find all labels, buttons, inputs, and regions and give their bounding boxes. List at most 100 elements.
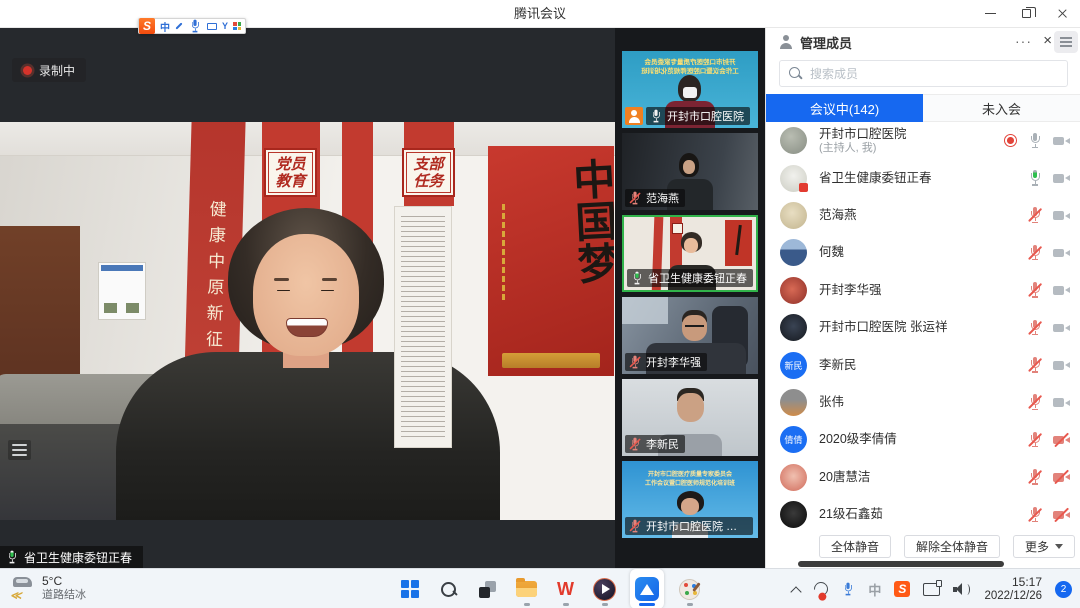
file-explorer-button[interactable] bbox=[513, 569, 540, 608]
wps-office-button[interactable]: W bbox=[552, 569, 579, 608]
mic-icon[interactable] bbox=[1028, 245, 1042, 261]
thumbnail-lihuaqiang[interactable]: 开封李华强 bbox=[622, 297, 758, 374]
party-education-sign: 党员教育 bbox=[264, 148, 317, 197]
restore-button[interactable] bbox=[1008, 0, 1044, 27]
panel-close-icon[interactable]: × bbox=[1043, 28, 1052, 56]
close-button[interactable] bbox=[1044, 0, 1080, 27]
main-video-area[interactable]: 健康中原新征程 党员教育 支部任务 中国梦 录制中 省卫生健康委钮正春 bbox=[0, 28, 615, 568]
panel-footer: 全体静音 解除全体静音 更多 bbox=[766, 535, 1080, 558]
weather-widget[interactable]: ≪ 5°C 道路结冰 bbox=[10, 574, 86, 602]
member-row[interactable]: 范海燕 bbox=[766, 197, 1080, 234]
voice-input-icon[interactable] bbox=[189, 20, 200, 33]
camera-icon[interactable] bbox=[1053, 358, 1070, 372]
member-row[interactable]: 20唐慧洁 bbox=[766, 459, 1080, 496]
thumbnail-health-commission[interactable]: 省卫生健康委钮正春 bbox=[622, 215, 758, 292]
member-row[interactable]: 新民 李新民 bbox=[766, 346, 1080, 383]
member-name: 2020级李倩倩 bbox=[819, 432, 1016, 447]
tab-not-joined[interactable]: 未入会 bbox=[923, 94, 1080, 122]
media-player-button[interactable] bbox=[591, 569, 618, 608]
mute-all-button[interactable]: 全体静音 bbox=[819, 535, 891, 558]
mic-muted-icon bbox=[629, 356, 640, 369]
camera-icon[interactable] bbox=[1053, 508, 1070, 522]
camera-icon[interactable] bbox=[1053, 208, 1070, 222]
member-search-box[interactable] bbox=[779, 60, 1068, 87]
display-cast-icon[interactable] bbox=[923, 583, 940, 596]
camera-icon[interactable] bbox=[1053, 321, 1070, 335]
sogou-tray-icon[interactable]: S bbox=[894, 581, 910, 597]
mic-icon[interactable] bbox=[1028, 133, 1042, 149]
mic-icon[interactable] bbox=[1028, 507, 1042, 523]
notification-badge[interactable]: 2 bbox=[1055, 581, 1072, 598]
mic-icon[interactable] bbox=[1028, 394, 1042, 410]
recording-dot-icon bbox=[23, 66, 32, 75]
ime-toolbar[interactable]: S 中 Y bbox=[138, 18, 246, 34]
start-button[interactable] bbox=[396, 569, 423, 608]
mic-icon[interactable] bbox=[1028, 357, 1042, 373]
panel-title: 管理成员 bbox=[800, 33, 852, 52]
mic-muted-icon bbox=[629, 438, 640, 451]
active-speaker-label: 省卫生健康委钮正春 bbox=[0, 546, 143, 568]
member-list[interactable]: 开封市口腔医院 (主持人, 我) 省卫生健康委钮正春 范海燕 bbox=[766, 122, 1080, 534]
skin-icon[interactable]: Y bbox=[222, 21, 228, 31]
keyboard-icon[interactable] bbox=[207, 23, 217, 30]
tencent-meeting-button[interactable] bbox=[630, 569, 664, 608]
mic-icon[interactable] bbox=[1028, 207, 1042, 223]
tray-expand-icon[interactable] bbox=[790, 584, 801, 595]
folder-icon bbox=[516, 581, 537, 597]
member-name: 省卫生健康委钮正春 bbox=[819, 171, 1016, 186]
member-row[interactable]: 21级石鑫茹 bbox=[766, 496, 1080, 533]
member-row[interactable]: 张伟 bbox=[766, 384, 1080, 421]
mic-icon[interactable] bbox=[1028, 282, 1042, 298]
sogou-logo-icon[interactable]: S bbox=[139, 18, 155, 34]
clock[interactable]: 15:17 2022/12/26 bbox=[984, 575, 1042, 603]
camera-icon[interactable] bbox=[1053, 171, 1070, 185]
input-mode-icon[interactable]: 中 bbox=[160, 19, 170, 34]
avatar bbox=[780, 464, 807, 491]
tab-in-meeting[interactable]: 会议中(142) bbox=[766, 94, 923, 122]
horizontal-scrollbar[interactable] bbox=[798, 561, 1004, 567]
more-options-icon[interactable]: ··· bbox=[1015, 28, 1032, 56]
member-row[interactable]: 倩倩 2020级李倩倩 bbox=[766, 421, 1080, 458]
mic-icon[interactable] bbox=[1028, 170, 1042, 186]
camera-icon[interactable] bbox=[1053, 246, 1070, 260]
minimize-icon bbox=[985, 13, 996, 14]
avatar-badge bbox=[799, 183, 808, 192]
input-language-icon[interactable]: 中 bbox=[868, 580, 881, 599]
camera-icon[interactable] bbox=[1053, 395, 1070, 409]
thumbnail-lixinmin[interactable]: 李新民 bbox=[622, 379, 758, 456]
mic-icon[interactable] bbox=[1028, 320, 1042, 336]
paint-button[interactable] bbox=[676, 569, 703, 608]
tray-mic-icon[interactable] bbox=[843, 583, 854, 596]
panel-menu-button[interactable] bbox=[1054, 31, 1078, 53]
unmute-all-button[interactable]: 解除全体静音 bbox=[904, 535, 1000, 558]
member-row[interactable]: 开封李华强 bbox=[766, 272, 1080, 309]
thumbnail-zhangyunxiang[interactable]: 开封市口腔医疗质量专家委员会工作会议暨口腔医师规范化培训班 开封市口腔医院 张运… bbox=[622, 461, 758, 538]
taskbar-search-button[interactable] bbox=[435, 569, 462, 608]
handwriting-icon[interactable] bbox=[175, 22, 182, 29]
china-dream-banner: 中国梦 bbox=[488, 146, 614, 376]
system-tray: 中 S 15:17 2022/12/26 2 bbox=[790, 569, 1072, 608]
camera-icon[interactable] bbox=[1053, 283, 1070, 297]
member-name: 何魏 bbox=[819, 245, 1016, 260]
camera-icon[interactable] bbox=[1053, 134, 1070, 148]
member-row[interactable]: 何魏 bbox=[766, 234, 1080, 271]
minimize-button[interactable] bbox=[972, 0, 1008, 27]
member-row[interactable]: 开封市口腔医院 张运祥 bbox=[766, 309, 1080, 346]
thumbnail-fanhaiyan[interactable]: 范海燕 bbox=[622, 133, 758, 210]
camera-icon[interactable] bbox=[1053, 470, 1070, 484]
search-input[interactable] bbox=[810, 67, 1030, 81]
volume-icon[interactable] bbox=[953, 582, 971, 596]
thumbnail-kaifeng-stomatology[interactable]: 开封市口腔医疗质量专家委员会工作会议暨口腔医师规范化培训班 开封市口腔医院 bbox=[622, 51, 758, 128]
member-row[interactable]: 开封市口腔医院 (主持人, 我) bbox=[766, 122, 1080, 159]
mic-icon[interactable] bbox=[1028, 469, 1042, 485]
toolbox-icon[interactable] bbox=[233, 22, 241, 30]
paint-palette-icon bbox=[679, 579, 700, 600]
more-button[interactable]: 更多 bbox=[1013, 535, 1075, 558]
member-row[interactable]: 省卫生健康委钮正春 bbox=[766, 159, 1080, 196]
caption-list-icon[interactable] bbox=[8, 440, 31, 460]
sync-recording-icon[interactable] bbox=[812, 579, 832, 599]
road-ice-icon: ≪ bbox=[10, 574, 34, 602]
task-view-button[interactable] bbox=[474, 569, 501, 608]
camera-icon[interactable] bbox=[1053, 433, 1070, 447]
mic-icon[interactable] bbox=[1028, 432, 1042, 448]
